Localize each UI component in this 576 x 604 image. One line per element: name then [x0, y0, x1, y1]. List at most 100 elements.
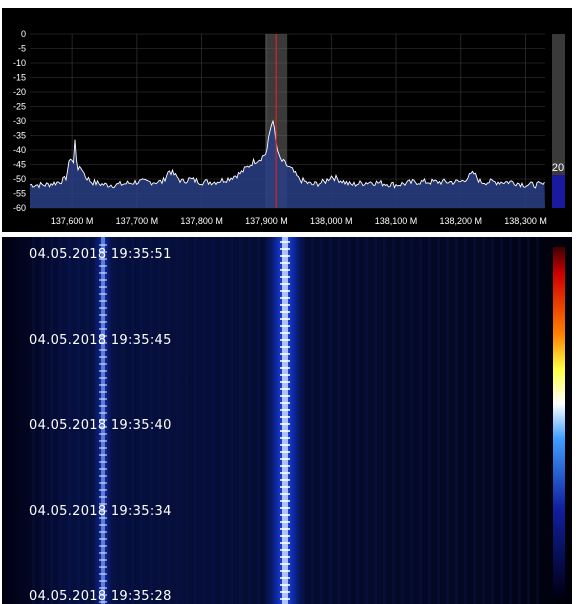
signal-speckle: [280, 472, 290, 474]
y-tick-label: -40: [13, 145, 26, 155]
waterfall-streak: [392, 237, 395, 604]
signal-speckle: [99, 489, 107, 491]
y-tick-label: -5: [18, 44, 26, 54]
signal-speckle: [280, 283, 290, 285]
signal-speckle: [99, 433, 107, 435]
waterfall-streak: [338, 237, 341, 604]
y-tick-label: -60: [13, 203, 26, 213]
signal-speckle: [99, 545, 107, 547]
signal-speckle: [280, 591, 290, 593]
signal-speckle: [280, 458, 290, 460]
signal-speckle: [280, 304, 290, 306]
signal-speckle: [280, 486, 290, 488]
y-tick-label: -20: [13, 87, 26, 97]
waterfall-streak: [365, 237, 368, 604]
waterfall-streak: [320, 237, 323, 604]
signal-speckle: [99, 440, 107, 442]
signal-speckle: [280, 297, 290, 299]
signal-speckle: [99, 321, 107, 323]
signal-speckle: [280, 430, 290, 432]
color-scale: [553, 247, 565, 595]
waterfall-streak: [410, 237, 413, 604]
signal-speckle: [280, 535, 290, 537]
x-tick-label: 138,000 M: [310, 216, 353, 226]
signal-speckle: [280, 570, 290, 572]
signal-speckle: [99, 566, 107, 568]
waterfall-streak: [536, 237, 539, 604]
waterfall-streak: [455, 237, 458, 604]
waterfall-streak: [329, 237, 332, 604]
signal-core: [282, 237, 288, 604]
signal-speckle: [280, 437, 290, 439]
y-tick-label: -10: [13, 58, 26, 68]
waterfall-streak: [374, 237, 377, 604]
signal-speckle: [280, 563, 290, 565]
y-tick-label: 0: [21, 29, 26, 39]
waterfall-streak: [230, 237, 233, 604]
signal-speckle: [280, 290, 290, 292]
signal-speckle: [99, 349, 107, 351]
signal-speckle: [280, 542, 290, 544]
signal-speckle: [280, 346, 290, 348]
waterfall-streak: [509, 237, 512, 604]
signal-speckle: [99, 524, 107, 526]
signal-speckle: [99, 363, 107, 365]
signal-speckle: [99, 377, 107, 379]
signal-speckle: [280, 549, 290, 551]
x-tick-label: 137,800 M: [180, 216, 223, 226]
signal-speckle: [280, 276, 290, 278]
gain-value-label: 20: [552, 162, 564, 174]
signal-speckle: [280, 423, 290, 425]
signal-speckle: [280, 409, 290, 411]
waterfall-streak: [491, 237, 494, 604]
waterfall-streak: [356, 237, 359, 604]
signal-speckle: [280, 416, 290, 418]
waterfall-streak: [257, 237, 260, 604]
waterfall-streak: [176, 237, 179, 604]
y-tick-label: -30: [13, 116, 26, 126]
waterfall-streak: [185, 237, 188, 604]
waterfall-streak: [500, 237, 503, 604]
signal-speckle: [280, 388, 290, 390]
signal-speckle: [99, 272, 107, 274]
signal-speckle: [280, 269, 290, 271]
signal-speckle: [280, 241, 290, 243]
waterfall-streak: [383, 237, 386, 604]
x-tick-label: 138,200 M: [440, 216, 483, 226]
x-tick-label: 138,300 M: [504, 216, 547, 226]
signal-speckle: [99, 314, 107, 316]
signal-speckle: [280, 339, 290, 341]
signal-speckle: [280, 353, 290, 355]
x-tick-label: 138,100 M: [375, 216, 418, 226]
signal-speckle: [99, 496, 107, 498]
signal-speckle: [280, 451, 290, 453]
signal-speckle: [99, 370, 107, 372]
signal-speckle: [280, 556, 290, 558]
waterfall-panel[interactable]: 04.05.2018 19:35:51 04.05.2018 19:35:45 …: [2, 237, 572, 604]
signal-speckle: [280, 318, 290, 320]
waterfall-streak: [347, 237, 350, 604]
signal-speckle: [99, 398, 107, 400]
waterfall-streak: [203, 237, 206, 604]
signal-speckle: [280, 374, 290, 376]
signal-speckle: [280, 493, 290, 495]
signal-speckle: [99, 405, 107, 407]
spectrum-panel[interactable]: 0 -5 -10 -15 -20 -25 -30 -35 -40 -45 -50 -55 -60 137,…: [2, 8, 572, 232]
waterfall-streak: [446, 237, 449, 604]
waterfall-streak: [518, 237, 521, 604]
waterfall-timestamp: 04.05.2018 19:35:51: [29, 247, 172, 262]
y-tick-label: -25: [13, 102, 26, 112]
waterfall-streak: [482, 237, 485, 604]
signal-speckle: [280, 367, 290, 369]
signal-speckle: [99, 356, 107, 358]
signal-speckle: [280, 514, 290, 516]
signal-speckle: [280, 332, 290, 334]
x-tick-label: 137,600 M: [51, 216, 94, 226]
signal-speckle: [99, 538, 107, 540]
signal-speckle: [99, 307, 107, 309]
signal-speckle: [280, 402, 290, 404]
spectrum-chart[interactable]: 0 -5 -10 -15 -20 -25 -30 -35 -40 -45 -50 -55 -60 137,…: [2, 8, 572, 232]
signal-speckle: [280, 325, 290, 327]
signal-speckle: [99, 559, 107, 561]
signal-speckle: [99, 328, 107, 330]
